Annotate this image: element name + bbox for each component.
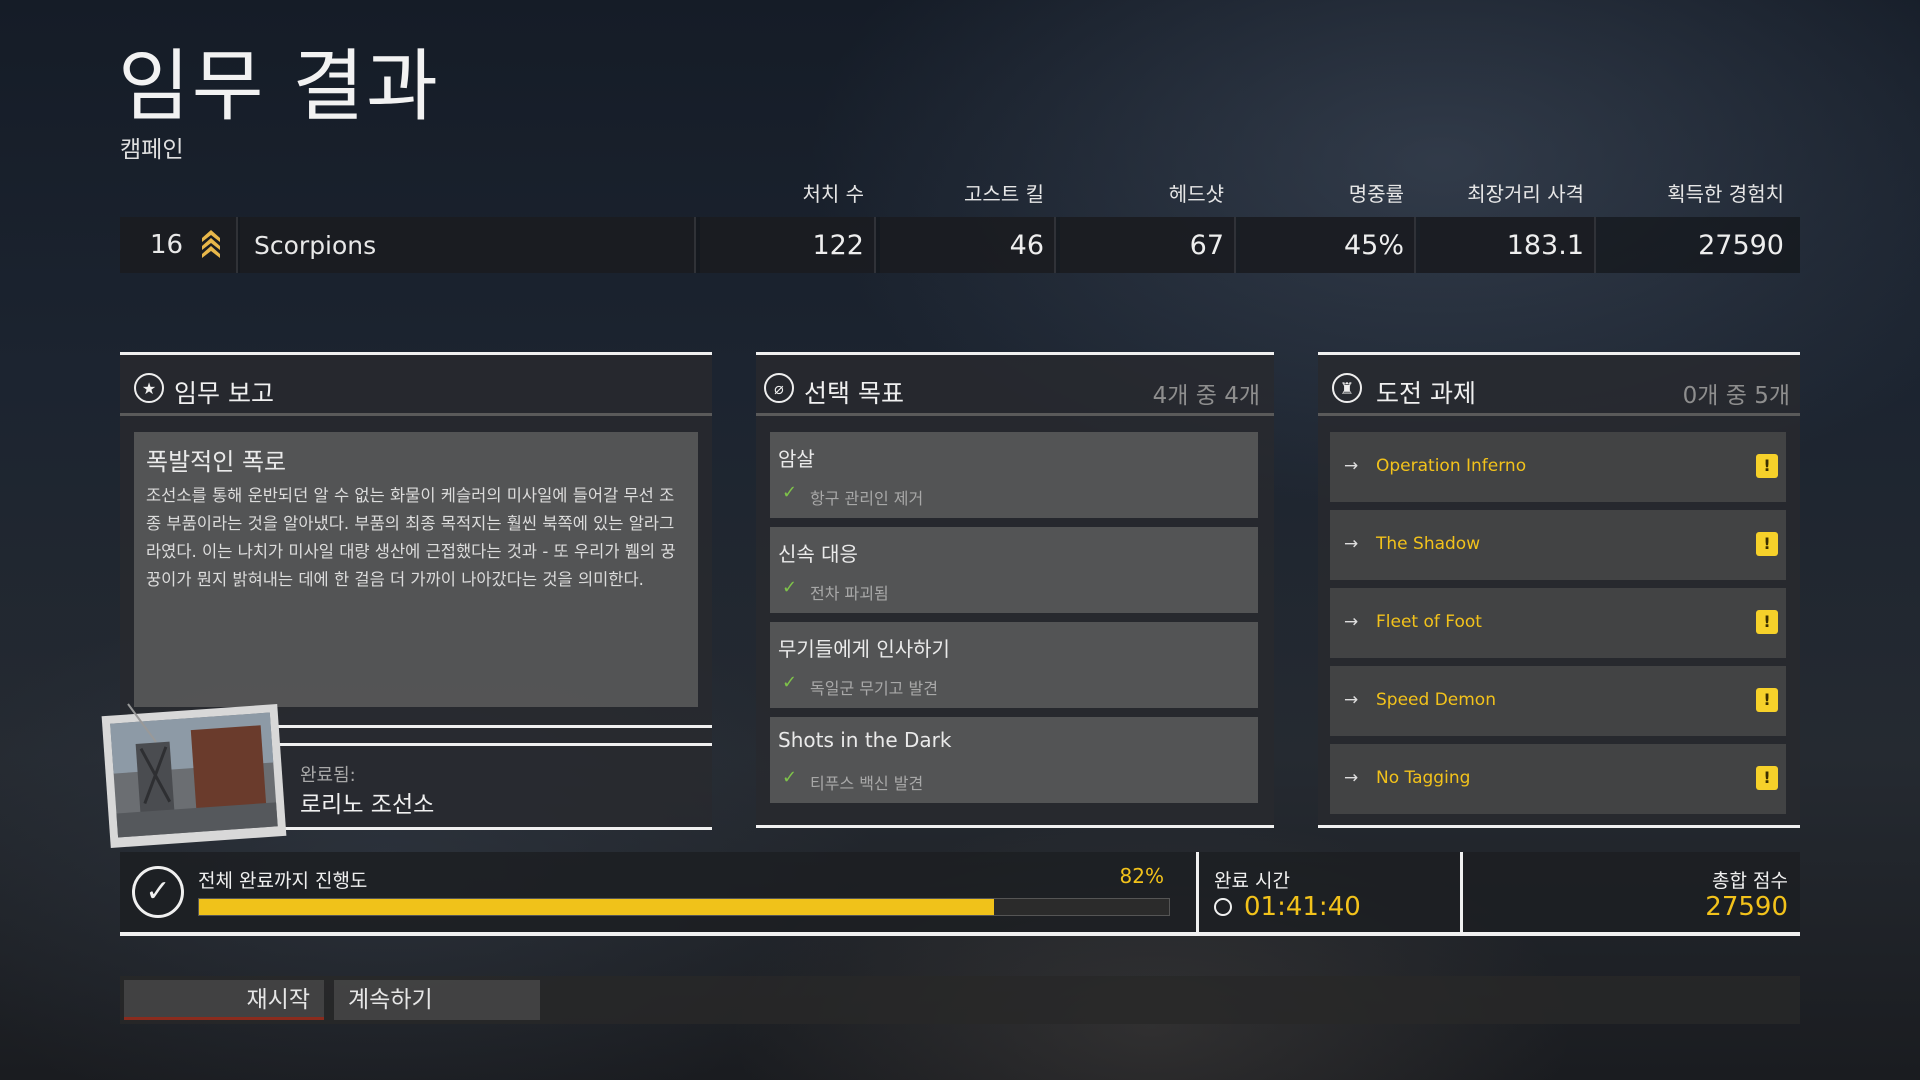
continue-button[interactable]: 계속하기 [334, 980, 540, 1020]
arrow-right-icon: → [1344, 534, 1359, 554]
report-body: 조선소를 통해 운반되던 알 수 없는 화물이 케슬러의 미사일에 들어갈 무선… [146, 486, 676, 589]
challenge-name: Fleet of Foot [1376, 612, 1482, 632]
stat-header-kills: 처치 수 [802, 182, 864, 206]
arrow-right-icon: → [1344, 768, 1359, 788]
objectives-bottom-line [756, 825, 1274, 828]
completion-time-label: 완료 시간 [1214, 870, 1290, 892]
rank-number: 16 [150, 230, 184, 260]
objective-name: 무기들에게 인사하기 [778, 637, 950, 661]
exclamation-icon: ! [1756, 610, 1778, 634]
exclamation-icon: ! [1756, 688, 1778, 712]
exclamation-icon: ! [1756, 454, 1778, 478]
challenges-count: 0개 중 5개 [1682, 383, 1790, 409]
squad-name: Scorpions [254, 231, 377, 260]
stat-header-ghost-kills: 고스트 킬 [964, 182, 1044, 206]
summary-bottom-line [120, 932, 1800, 936]
check-icon: ✓ [782, 577, 798, 598]
stat-header-xp: 획득한 경험치 [1667, 182, 1784, 206]
objectives-divider [756, 413, 1274, 416]
challenges-title: 도전 과제 [1376, 379, 1476, 408]
stat-header-longest-shot: 최장거리 사격 [1467, 182, 1584, 206]
page-title: 임무 결과 [118, 42, 440, 132]
stat-value-accuracy: 45% [1343, 230, 1404, 261]
summary-divider-1 [1196, 852, 1199, 936]
challenge-name: Operation Inferno [1376, 456, 1527, 476]
objectives-count: 4개 중 4개 [1152, 383, 1260, 409]
challenge-name: The Shadow [1376, 534, 1481, 554]
stat-value-longest-shot: 183.1 [1506, 230, 1584, 261]
report-heading: 폭발적인 폭로 [146, 448, 287, 476]
objective-detail: 항구 관리인 제거 [810, 489, 924, 508]
completion-time-value: 01:41:40 [1244, 892, 1361, 922]
stat-value-xp: 27590 [1698, 230, 1784, 261]
objective-name: Shots in the Dark [778, 728, 952, 752]
restart-button[interactable]: 재시작 [124, 980, 324, 1020]
progress-bar-fill [199, 899, 995, 915]
clock-icon [1214, 898, 1232, 916]
sergeant-chevron-icon [202, 230, 220, 258]
objectives-title: 선택 목표 [804, 379, 904, 408]
check-icon: ✓ [782, 672, 798, 693]
arrow-right-icon: → [1344, 690, 1359, 710]
arrow-right-icon: → [1344, 456, 1359, 476]
check-icon: ✓ [782, 767, 798, 788]
mission-report-title: 임무 보고 [174, 379, 274, 408]
progress-label: 전체 완료까지 진행도 [198, 870, 368, 892]
objective-detail: 독일군 무기고 발견 [810, 679, 938, 698]
completed-label: 완료됨: [300, 765, 356, 786]
objective-detail: 티푸스 백신 발견 [810, 774, 924, 793]
exclamation-icon: ! [1756, 766, 1778, 790]
challenge-name: Speed Demon [1376, 690, 1496, 710]
objectives-top-line [756, 352, 1274, 355]
mission-report-top-line [120, 352, 712, 355]
stat-header-accuracy: 명중률 [1348, 182, 1404, 206]
summary-bar [120, 852, 1800, 934]
page-subtitle: 캠페인 [120, 137, 184, 163]
total-score-value: 27590 [1705, 892, 1788, 922]
checkmark-circle-icon: ✓ [132, 866, 184, 918]
objective-detail: 전차 파괴됨 [810, 584, 889, 603]
location-photo [101, 703, 287, 848]
compass-circle-icon: ⌀ [764, 373, 794, 403]
objective-name: 암살 [778, 447, 815, 471]
mission-report-divider [120, 413, 712, 416]
objective-name: 신속 대응 [778, 542, 858, 566]
progress-percent: 82% [1119, 864, 1164, 888]
stat-value-kills: 122 [812, 230, 864, 261]
summary-divider-2 [1460, 852, 1463, 936]
star-circle-icon: ★ [134, 373, 164, 403]
stat-value-headshots: 67 [1189, 230, 1224, 261]
trophy-circle-icon: ♜ [1332, 373, 1362, 403]
stat-value-ghost-kills: 46 [1009, 230, 1044, 261]
challenges-divider [1318, 413, 1800, 416]
check-icon: ✓ [782, 482, 798, 503]
challenge-name: No Tagging [1376, 768, 1471, 788]
challenges-bottom-line [1318, 825, 1800, 828]
challenges-top-line [1318, 352, 1800, 355]
exclamation-icon: ! [1756, 532, 1778, 556]
completed-location: 로리노 조선소 [300, 792, 435, 818]
stat-header-headshots: 헤드샷 [1168, 182, 1224, 206]
arrow-right-icon: → [1344, 612, 1359, 632]
total-score-label: 총합 점수 [1712, 870, 1788, 892]
